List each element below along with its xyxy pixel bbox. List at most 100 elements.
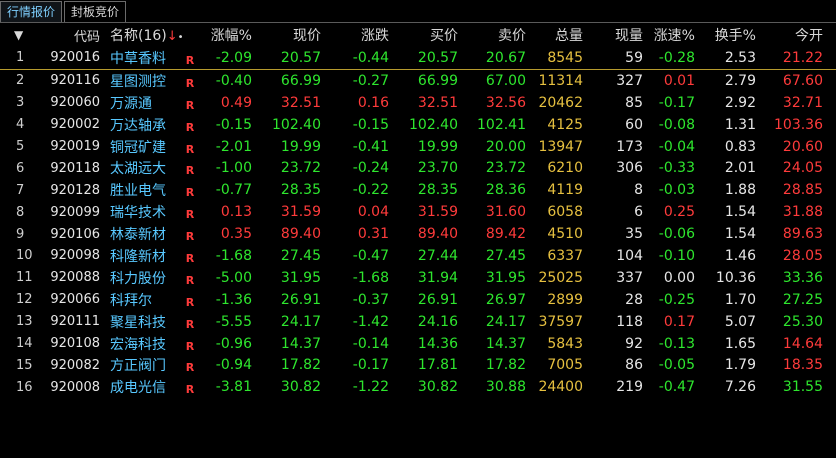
bid-price: 23.70 <box>417 160 458 177</box>
open-price: 25.30 <box>782 313 823 330</box>
price-change: -1.42 <box>352 313 389 330</box>
margin-flag: R <box>185 208 195 222</box>
ask-price: 28.36 <box>485 182 526 199</box>
open-price: 28.85 <box>782 182 823 199</box>
current-price: 89.40 <box>280 226 321 243</box>
tab-limit-auction[interactable]: 封板竞价 <box>64 1 127 22</box>
sort-menu-icon[interactable]: ▼ <box>0 28 40 42</box>
current-volume: 6 <box>634 204 643 221</box>
change-pct: -1.00 <box>215 160 252 177</box>
current-volume: 219 <box>616 379 643 396</box>
table-header: ▼ 代码 名称(16)↓• 涨幅% 现价 涨跌 买价 卖价 总量 现量 涨速% … <box>0 23 836 47</box>
stock-code: 920019 <box>50 139 100 154</box>
stock-code: 920116 <box>50 73 100 89</box>
change-pct: 0.49 <box>220 94 252 111</box>
current-price: 19.99 <box>280 138 321 155</box>
bid-price: 26.91 <box>417 291 458 308</box>
col-header-speed[interactable]: 涨速% <box>643 25 695 45</box>
stock-name: 聚星科技 <box>110 314 166 331</box>
margin-flag: R <box>185 76 195 90</box>
table-row[interactable]: 9 920106 林泰新材 R 0.35 89.40 0.31 89.40 89.42 4510 3… <box>0 223 836 245</box>
margin-flag: R <box>185 98 195 112</box>
current-volume: 92 <box>625 335 643 352</box>
change-pct: -5.00 <box>215 269 252 286</box>
bid-price: 27.44 <box>417 247 458 264</box>
table-row[interactable]: 16 920008 成电光信 R -3.81 30.82 -1.22 30.82 30.88 24… <box>0 376 836 398</box>
table-row[interactable]: 15 920082 方正阀门 R -0.94 17.82 -0.17 17.81 17.82 70… <box>0 354 836 376</box>
col-header-bid[interactable]: 买价 <box>389 25 458 45</box>
bid-price: 89.40 <box>417 226 458 243</box>
open-price: 33.36 <box>782 269 823 286</box>
change-speed: -0.10 <box>658 247 695 264</box>
table-row[interactable]: 7 920128 胜业电气 R -0.77 28.35 -0.22 28.35 28.36 411… <box>0 179 836 201</box>
ask-price: 102.41 <box>477 116 526 133</box>
total-volume: 5843 <box>547 335 583 352</box>
table-row[interactable]: 11 920088 科力股份 R -5.00 31.95 -1.68 31.94 31.95 25… <box>0 267 836 289</box>
col-header-chg-pct[interactable]: 涨幅% <box>200 25 252 45</box>
col-header-name[interactable]: 名称(16)↓• <box>100 25 200 45</box>
col-header-diff[interactable]: 涨跌 <box>321 25 389 45</box>
margin-flag: R <box>185 53 195 67</box>
table-row[interactable]: 3 920060 万源通 R 0.49 32.51 0.16 32.51 32.56 20462 8… <box>0 92 836 114</box>
col-header-cur-vol[interactable]: 现量 <box>583 25 643 45</box>
stock-name: 宏海科技 <box>110 336 166 353</box>
table-row[interactable]: 4 920002 万达轴承 R -0.15 102.40 -0.15 102.40 102.41… <box>0 114 836 136</box>
stock-code: 920008 <box>50 379 100 395</box>
row-index: 9 <box>16 226 25 242</box>
table-row[interactable]: 10 920098 科隆新材 R -1.68 27.45 -0.47 27.44 27.45 63… <box>0 245 836 267</box>
change-pct: -2.09 <box>215 49 252 66</box>
margin-flag: R <box>185 251 195 265</box>
total-volume: 25025 <box>538 269 583 286</box>
change-pct: -2.01 <box>215 138 252 155</box>
open-price: 103.36 <box>774 116 823 133</box>
margin-flag: R <box>185 295 195 309</box>
stock-code: 920111 <box>50 314 100 330</box>
table-row[interactable]: 2 920116 星图测控 R -0.40 66.99 -0.27 66.99 67.00 113… <box>0 70 836 92</box>
col-header-volume[interactable]: 总量 <box>526 25 583 45</box>
price-change: -0.44 <box>352 49 389 66</box>
change-speed: -0.04 <box>658 138 695 155</box>
ask-price: 67.00 <box>485 72 526 89</box>
change-pct: -5.55 <box>215 313 252 330</box>
current-price: 17.82 <box>280 357 321 374</box>
turnover-rate: 7.26 <box>724 379 756 396</box>
row-index: 10 <box>16 248 33 264</box>
change-speed: -0.25 <box>658 291 695 308</box>
change-speed: 0.17 <box>663 313 695 330</box>
change-speed: 0.25 <box>663 204 695 221</box>
stock-code: 920098 <box>50 248 100 264</box>
tab-market-quotes[interactable]: 行情报价 <box>0 1 63 22</box>
stock-code: 920016 <box>50 50 100 66</box>
total-volume: 8545 <box>547 49 583 66</box>
price-change: -0.47 <box>352 247 389 264</box>
turnover-rate: 1.54 <box>724 204 756 221</box>
table-row[interactable]: 8 920099 瑞华技术 R 0.13 31.59 0.04 31.59 31.60 6058 6… <box>0 201 836 223</box>
table-row[interactable]: 12 920066 科拜尔 R -1.36 26.91 -0.37 26.91 26.97 289… <box>0 289 836 311</box>
col-header-turnover[interactable]: 换手% <box>695 25 756 45</box>
price-change: -1.22 <box>352 379 389 396</box>
table-row[interactable]: 6 920118 太湖远大 R -1.00 23.72 -0.24 23.70 23.72 621… <box>0 157 836 179</box>
total-volume: 20462 <box>538 94 583 111</box>
stock-code: 920128 <box>50 182 100 198</box>
col-header-ask[interactable]: 卖价 <box>458 25 526 45</box>
change-speed: -0.05 <box>658 357 695 374</box>
bid-price: 24.16 <box>417 313 458 330</box>
price-change: -0.27 <box>352 72 389 89</box>
ask-price: 27.45 <box>485 247 526 264</box>
col-header-price[interactable]: 现价 <box>252 25 321 45</box>
table-row[interactable]: 14 920108 宏海科技 R -0.96 14.37 -0.14 14.36 14.37 58… <box>0 333 836 355</box>
price-change: -0.41 <box>352 138 389 155</box>
row-index: 3 <box>16 95 25 111</box>
table-row[interactable]: 5 920019 铜冠矿建 R -2.01 19.99 -0.41 19.99 20.00 139… <box>0 136 836 158</box>
turnover-rate: 10.36 <box>715 269 756 286</box>
stock-code: 920082 <box>50 357 100 373</box>
table-row[interactable]: 1 920016 中草香料 R -2.09 20.57 -0.44 20.57 20.67 854… <box>0 47 836 70</box>
table-row[interactable]: 13 920111 聚星科技 R -5.55 24.17 -1.42 24.16 24.17 37… <box>0 311 836 333</box>
col-header-open[interactable]: 今开 <box>756 25 823 45</box>
change-pct: -0.96 <box>215 335 252 352</box>
turnover-rate: 2.92 <box>724 94 756 111</box>
col-header-code[interactable]: 代码 <box>40 26 100 45</box>
current-price: 31.95 <box>280 269 321 286</box>
current-price: 27.45 <box>280 247 321 264</box>
ask-price: 30.88 <box>485 379 526 396</box>
